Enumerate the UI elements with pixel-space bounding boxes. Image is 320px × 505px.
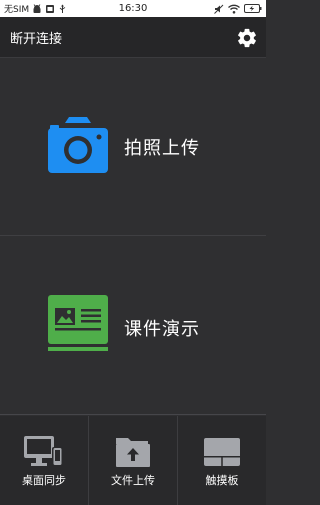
bottom-nav: 桌面同步 文件上传 触摸板 xyxy=(0,416,266,505)
presentation-icon xyxy=(48,295,108,351)
file-upload-button[interactable]: 文件上传 xyxy=(89,416,178,505)
slideshow-label: 课件演示 xyxy=(124,319,200,340)
photo-upload-label: 拍照上传 xyxy=(124,138,200,159)
app-header: 断开连接 xyxy=(0,17,266,58)
status-right xyxy=(214,0,262,17)
slideshow-panel[interactable]: 课件演示 xyxy=(0,237,266,415)
touchpad-icon xyxy=(204,438,240,466)
wifi-icon xyxy=(228,4,240,14)
desktop-sync-icon xyxy=(24,436,63,466)
camera-icon xyxy=(48,117,108,173)
battery-icon xyxy=(244,4,262,13)
touchpad-button[interactable]: 触摸板 xyxy=(178,416,266,505)
settings-gear-icon[interactable] xyxy=(236,27,258,49)
touchpad-label: 触摸板 xyxy=(205,474,239,487)
status-bar: 无SIM 16:30 xyxy=(0,0,266,17)
desktop-sync-label: 桌面同步 xyxy=(22,474,66,487)
disconnect-button[interactable]: 断开连接 xyxy=(10,17,62,58)
photo-upload-panel[interactable]: 拍照上传 xyxy=(0,58,266,236)
file-upload-label: 文件上传 xyxy=(111,474,155,487)
mute-icon xyxy=(214,4,224,14)
desktop-sync-button[interactable]: 桌面同步 xyxy=(0,416,89,505)
folder-upload-icon xyxy=(116,438,150,467)
